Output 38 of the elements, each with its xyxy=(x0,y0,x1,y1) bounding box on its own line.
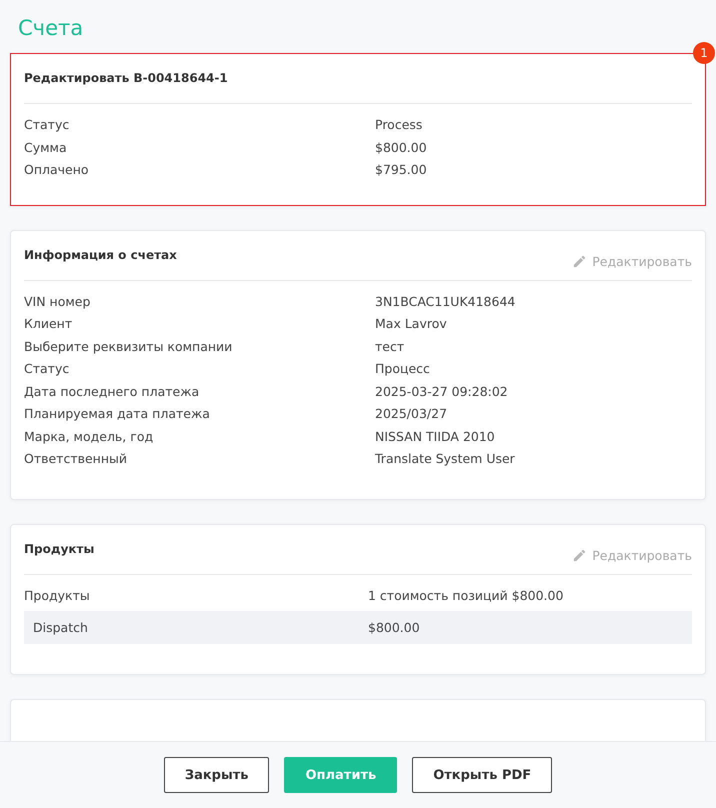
field-value: Max Lavrov xyxy=(375,315,448,333)
pencil-icon xyxy=(572,548,588,562)
product-price: $800.00 xyxy=(368,619,421,637)
field-label: Дата последнего платежа xyxy=(24,382,200,400)
field-value: Process xyxy=(375,116,424,134)
action-button[interactable]: Оплатить xyxy=(284,757,398,793)
field-value: 2025-03-27 09:28:02 xyxy=(375,382,509,400)
section-title: Редактировать B-00418644-1 xyxy=(24,71,228,85)
field-label: Марка, модель, год xyxy=(24,428,154,446)
field-label: Оплачено xyxy=(24,161,90,179)
field-label: Статус xyxy=(24,360,70,378)
field-label: Ответственный xyxy=(24,450,128,468)
edit-link[interactable]: Редактировать xyxy=(572,254,692,268)
action-button[interactable]: Открыть PDF xyxy=(412,757,552,793)
field-label: Выберите реквизиты компании xyxy=(24,338,234,356)
field-label: Клиент xyxy=(24,315,74,333)
edit-link[interactable]: Редактировать xyxy=(572,548,692,562)
field-label: Сумма xyxy=(24,138,68,157)
product-name: Dispatch xyxy=(33,619,89,637)
section-title: Продукты xyxy=(24,542,94,556)
action-button[interactable]: Закрыть xyxy=(164,757,270,793)
section-title: Информация о счетах xyxy=(24,248,177,262)
field-value: 2025/03/27 xyxy=(375,405,448,423)
field-value: NISSAN TIIDA 2010 xyxy=(375,428,496,446)
field-label: Статус xyxy=(24,116,70,134)
field-label: VIN номер xyxy=(24,292,92,311)
field-label: Планируемая дата платежа xyxy=(24,405,211,423)
field-value: тест xyxy=(375,338,406,356)
field-value: 3N1BCAC11UK418644 xyxy=(375,292,516,310)
field-label: Продукты xyxy=(24,586,91,605)
field-value: 1 стоимость позиций $800.00 xyxy=(368,586,564,604)
step-badge: 1 xyxy=(693,42,715,64)
page-title: Счета xyxy=(18,15,84,42)
field-value: Процесс xyxy=(375,360,431,378)
field-value: $800.00 xyxy=(375,138,428,156)
field-value: $795.00 xyxy=(375,161,428,179)
field-value: Translate System User xyxy=(375,450,516,468)
pencil-icon xyxy=(572,254,588,268)
